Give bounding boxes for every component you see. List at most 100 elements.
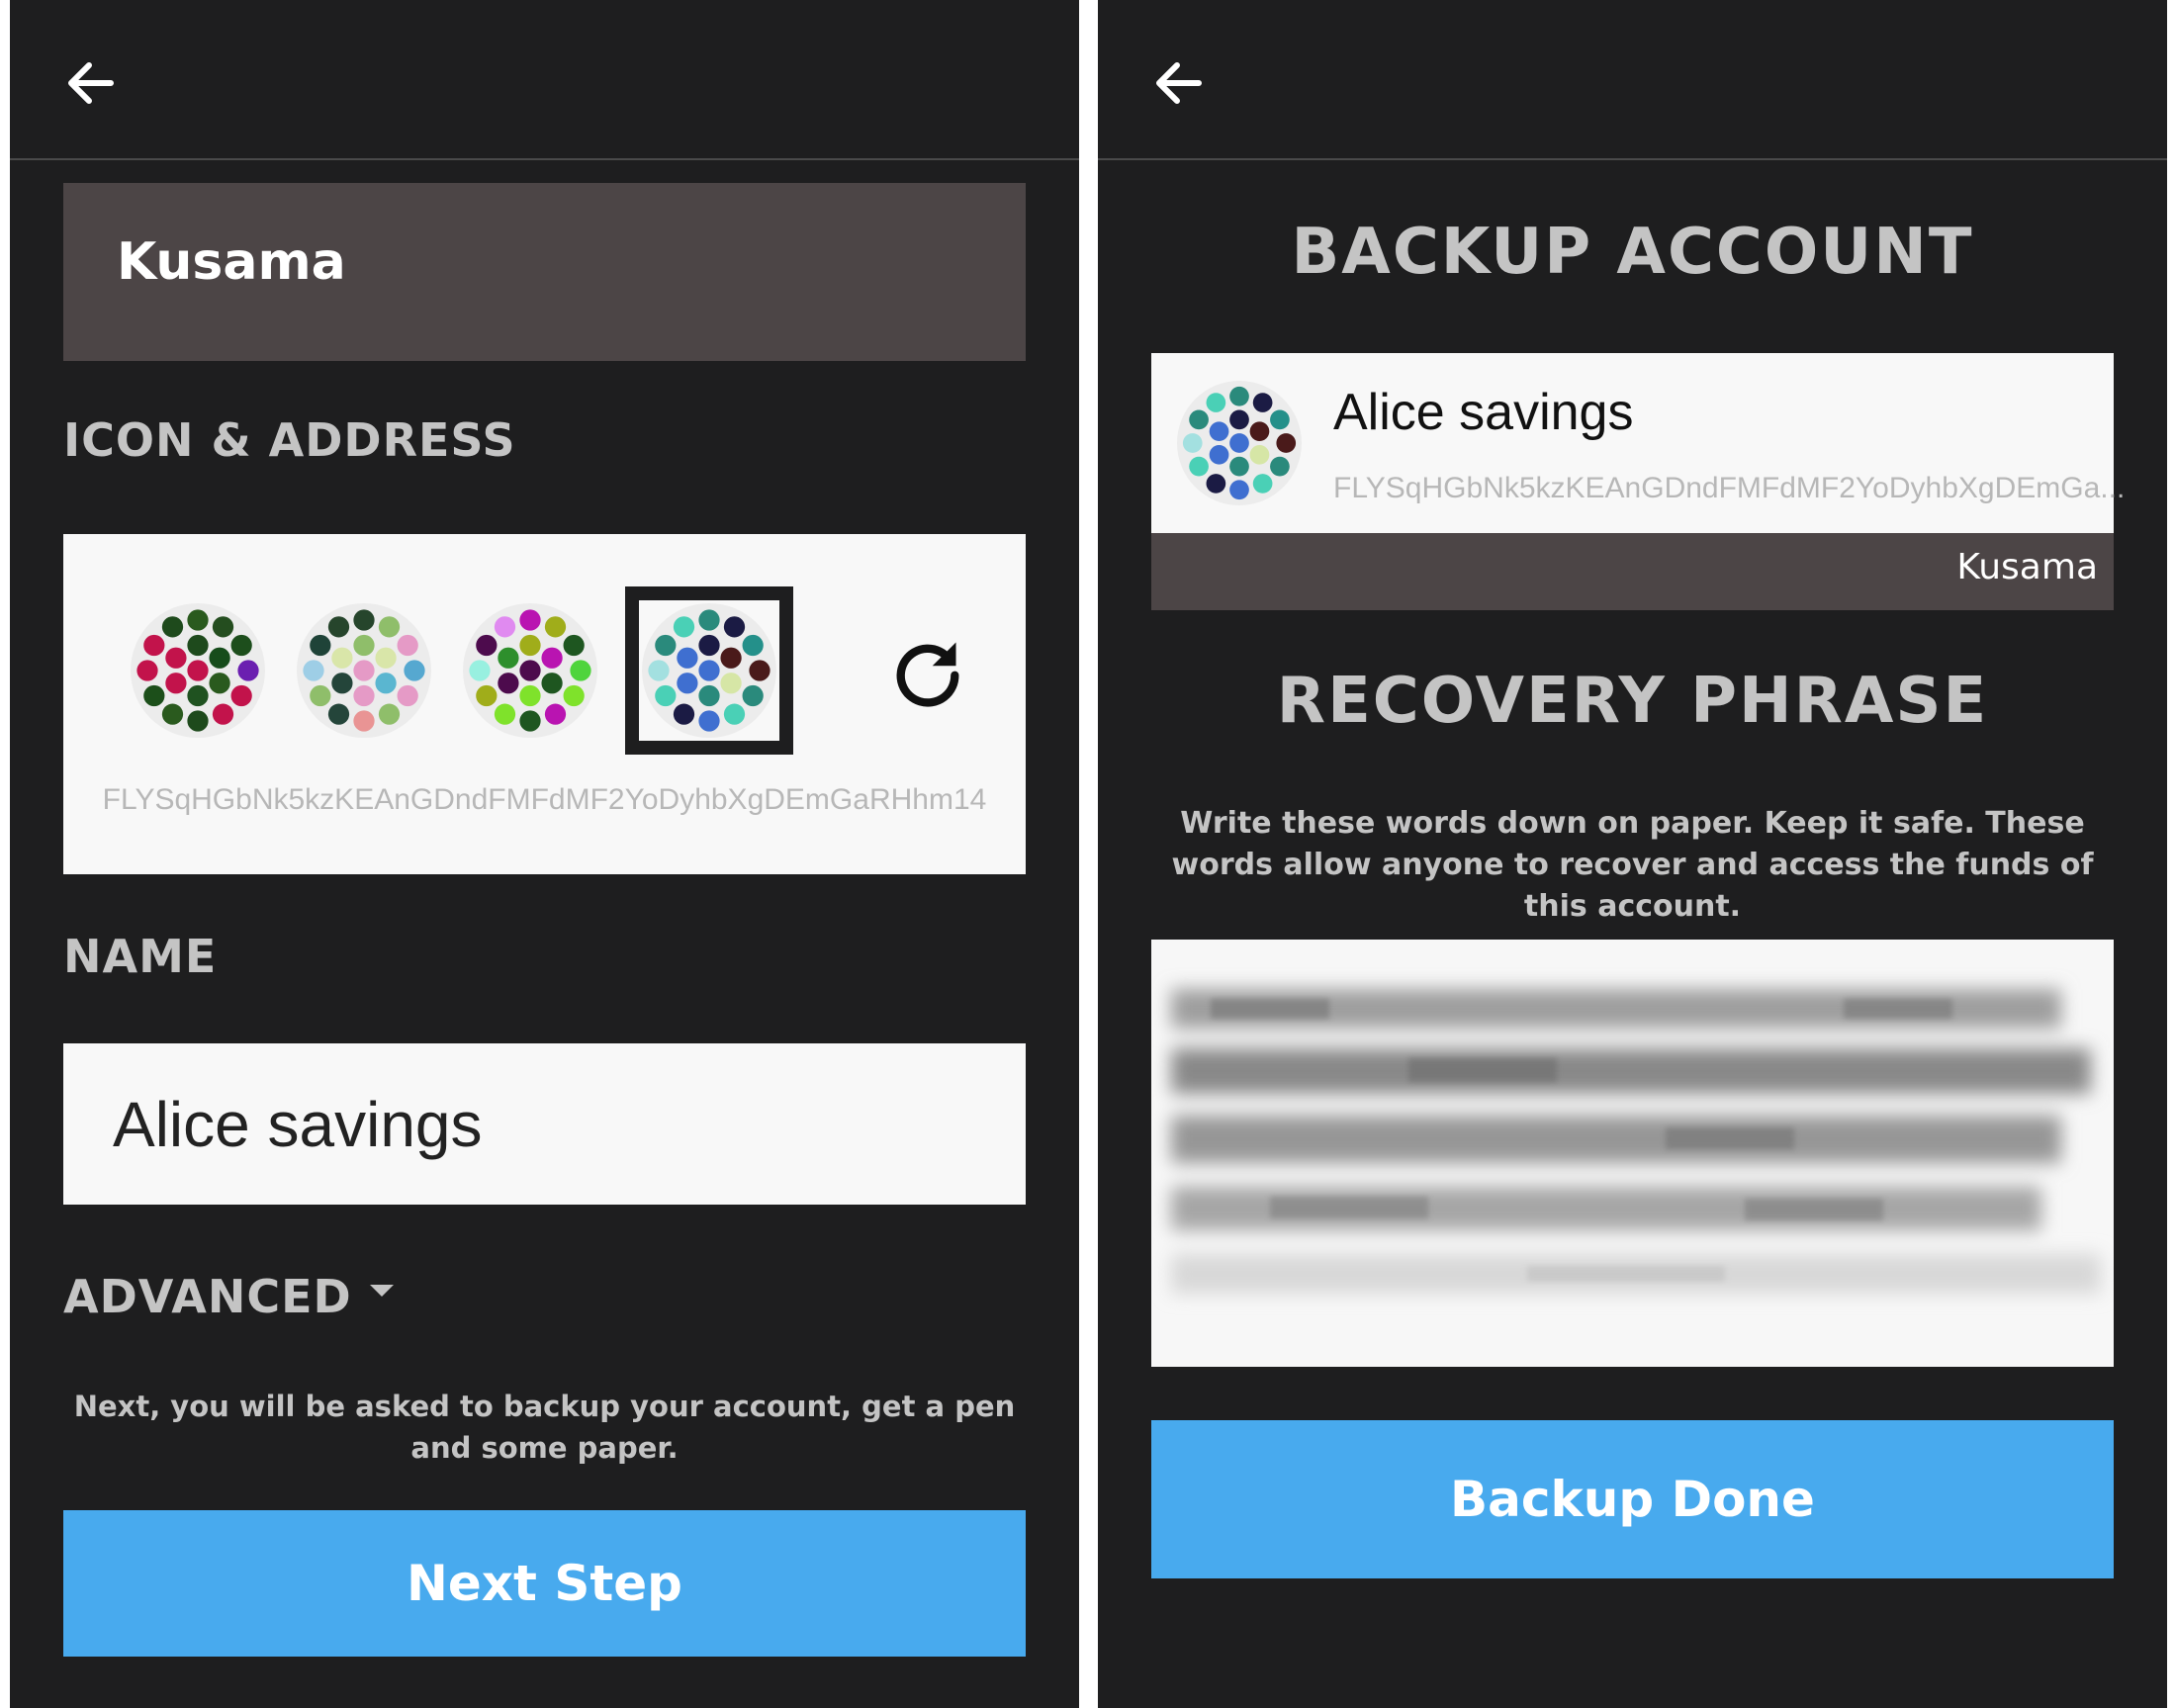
identicon-dot	[165, 647, 187, 669]
identicon-dot	[310, 684, 331, 707]
identicon-dot	[1270, 456, 1290, 477]
identicon-dot	[1229, 480, 1249, 500]
identicon-dot	[327, 616, 350, 638]
identicon-dot	[1209, 421, 1229, 442]
identicon-dot	[544, 703, 567, 725]
account-address: FLYSqHGbNk5kzKEAnGDndFMFdMF2YoDyhbXgDEmG…	[1333, 472, 2126, 504]
identicon-option-2[interactable]	[297, 603, 431, 738]
identicon-dot	[187, 660, 209, 681]
identicon-dot	[655, 684, 677, 707]
identicon-dot	[187, 710, 209, 732]
account-card[interactable]: Alice savings FLYSqHGbNk5kzKEAnGDndFMFdM…	[1151, 353, 2125, 533]
identicon-dot	[698, 684, 720, 707]
identicon-dot	[648, 660, 670, 681]
identicon-dot	[1270, 409, 1290, 430]
identicon-dot	[209, 647, 230, 669]
identicon-dot	[1229, 386, 1249, 406]
obscured-recovery-phrase	[1171, 989, 2101, 1294]
network-selector[interactable]: Kusama	[63, 183, 1026, 361]
advanced-toggle[interactable]: ADVANCED	[63, 1270, 397, 1329]
identicon-dot	[698, 609, 720, 631]
identicon-dot	[1229, 456, 1249, 477]
top-bar	[10, 0, 1079, 160]
create-account-screen: Kusama ICON & ADDRESS FLYSqHGbNk5kzKEAnG…	[10, 0, 1079, 1708]
identicon-dot	[331, 673, 353, 694]
identicon-dot	[375, 647, 397, 669]
identicon-dot	[161, 703, 184, 725]
refresh-icon[interactable]	[890, 633, 965, 708]
recovery-phrase-title: RECOVERY PHRASE	[1276, 665, 1989, 738]
icon-address-section-title: ICON & ADDRESS	[63, 413, 516, 467]
identicon-dot	[1206, 393, 1226, 412]
identicon-dot	[378, 616, 401, 638]
identicon-dot	[1252, 474, 1273, 494]
identicon-dot	[1182, 433, 1203, 453]
recovery-phrase-box[interactable]	[1151, 940, 2114, 1367]
identicon-dot	[476, 684, 498, 707]
identicon-dot	[187, 684, 209, 707]
identicon-dot	[161, 616, 184, 638]
arrow-left-icon[interactable]	[59, 51, 123, 115]
identicon-dot	[310, 634, 331, 657]
identicon-dot	[720, 647, 742, 669]
identicon-option-1[interactable]	[131, 603, 265, 738]
arrow-left-icon[interactable]	[1147, 51, 1211, 115]
identicon-dot	[677, 647, 698, 669]
identicon-dot	[165, 673, 187, 694]
identicon-dot	[673, 703, 695, 725]
identicon-dot	[563, 684, 585, 707]
identicon-dot	[209, 673, 230, 694]
identicon-dot	[723, 616, 746, 638]
identicon-dot	[327, 703, 350, 725]
identicon-dot	[698, 710, 720, 732]
identicon-dot	[563, 634, 585, 657]
identicon-dot	[494, 616, 516, 638]
identicon-dot	[519, 660, 541, 681]
address-text: FLYSqHGbNk5kzKEAnGDndFMFdMF2YoDyhbXgDEmG…	[102, 783, 987, 816]
identicon-dot	[1189, 456, 1209, 477]
identicon-dot	[136, 660, 158, 681]
identicon-option-3[interactable]	[463, 603, 597, 738]
identicon-dot	[749, 660, 770, 681]
identicon-dot	[303, 660, 324, 681]
identicon-dot	[1249, 421, 1270, 442]
identicon-dot	[397, 684, 418, 707]
identicon-dot	[519, 710, 541, 732]
identicon-dot	[1189, 409, 1209, 430]
identicon-dot	[187, 609, 209, 631]
identicon-dot	[230, 684, 252, 707]
identicon-dot	[498, 647, 519, 669]
identicon-dot	[1206, 474, 1226, 494]
identicon-dot	[469, 660, 491, 681]
caret-down-icon	[369, 1285, 394, 1297]
identicon-dot	[541, 647, 563, 669]
account-network-bar: Kusama	[1151, 533, 2114, 610]
top-bar	[1098, 0, 2167, 160]
identicon-dot	[143, 634, 165, 657]
identicon-dot	[720, 673, 742, 694]
next-step-button[interactable]: Next Step	[63, 1510, 1026, 1657]
identicon-dot	[655, 634, 677, 657]
backup-account-title: BACKUP ACCOUNT	[1291, 216, 1974, 289]
backup-done-button[interactable]: Backup Done	[1151, 1420, 2114, 1578]
identicon-dot	[237, 660, 259, 681]
account-identicon	[1177, 381, 1302, 505]
identicon-dot	[698, 660, 720, 681]
identicon-dot	[1209, 444, 1229, 465]
identicon-dot	[698, 634, 720, 657]
identicon-dot	[476, 634, 498, 657]
identicon-dot	[677, 673, 698, 694]
name-section-title: NAME	[63, 930, 218, 983]
account-name-input[interactable]	[63, 1043, 1026, 1205]
identicon-dot	[353, 660, 375, 681]
identicon-option-4[interactable]	[642, 603, 776, 738]
advanced-label: ADVANCED	[63, 1270, 352, 1323]
identicon-dot	[353, 634, 375, 657]
network-label: Kusama	[117, 232, 346, 292]
identicon-dot	[1276, 433, 1297, 453]
identicon-dot	[494, 703, 516, 725]
identicon-dot	[404, 660, 425, 681]
identicon-dot	[1229, 409, 1249, 430]
identicon-dot	[541, 673, 563, 694]
identicon-dot	[742, 684, 764, 707]
